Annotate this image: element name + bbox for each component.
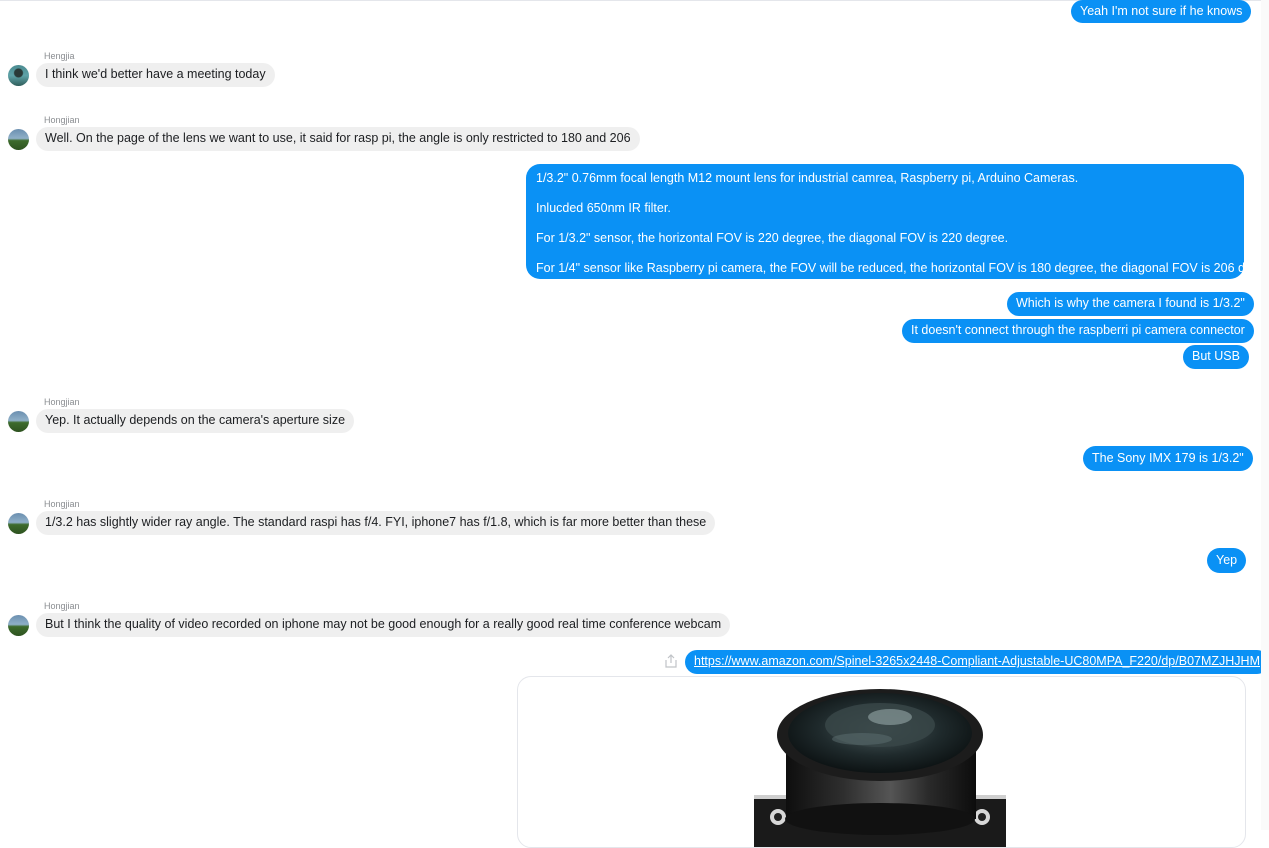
avatar[interactable]	[8, 129, 29, 150]
sender-name: Hengjia	[44, 51, 75, 61]
sender-name: Hongjian	[44, 397, 80, 407]
link-preview-card[interactable]	[517, 676, 1246, 848]
sender-name: Hongjian	[44, 115, 80, 125]
message-line: Inlucded 650nm IR filter.	[536, 201, 671, 215]
message-bubble-incoming[interactable]: But I think the quality of video recorde…	[36, 613, 731, 637]
avatar[interactable]	[8, 513, 29, 534]
message-bubble-outgoing[interactable]: It doesn't connect through the raspberri…	[902, 319, 1254, 343]
message-bubble-outgoing[interactable]: Yeah I'm not sure if he knows	[1071, 0, 1252, 23]
message-link[interactable]: https://www.amazon.com/Spinel-3265x2448-…	[694, 654, 1260, 668]
message-bubble-incoming[interactable]: I think we'd better have a meeting today	[36, 63, 275, 87]
message-bubble-link[interactable]: https://www.amazon.com/Spinel-3265x2448-…	[685, 650, 1269, 674]
message-line: 1/3.2" 0.76mm focal length M12 mount len…	[536, 171, 1079, 185]
message-bubble-outgoing[interactable]: Yep	[1207, 548, 1247, 573]
sender-name: Hongjian	[44, 499, 80, 509]
avatar[interactable]	[8, 615, 29, 636]
message-bubble-incoming[interactable]: 1/3.2 has slightly wider ray angle. The …	[36, 511, 716, 535]
message-bubble-outgoing[interactable]: Which is why the camera I found is 1/3.2…	[1007, 292, 1254, 316]
scrollbar[interactable]	[1261, 0, 1269, 830]
message-line: For 1/3.2" sensor, the horizontal FOV is…	[536, 231, 1009, 245]
share-icon[interactable]	[663, 653, 679, 669]
message-bubble-incoming[interactable]: Yep. It actually depends on the camera's…	[36, 409, 355, 433]
product-image[interactable]	[518, 677, 1245, 847]
message-bubble-outgoing-multiline[interactable]: 1/3.2" 0.76mm focal length M12 mount len…	[526, 164, 1269, 279]
message-line: For 1/4" sensor like Raspberry pi camera…	[536, 261, 1269, 275]
avatar[interactable]	[8, 411, 29, 432]
avatar[interactable]	[8, 65, 29, 86]
message-bubble-outgoing[interactable]: The Sony IMX 179 is 1/3.2"	[1083, 446, 1253, 471]
message-bubble-outgoing[interactable]: But USB	[1183, 345, 1249, 369]
sender-name: Hongjian	[44, 601, 80, 611]
message-bubble-incoming[interactable]: Well. On the page of the lens we want to…	[36, 127, 640, 151]
